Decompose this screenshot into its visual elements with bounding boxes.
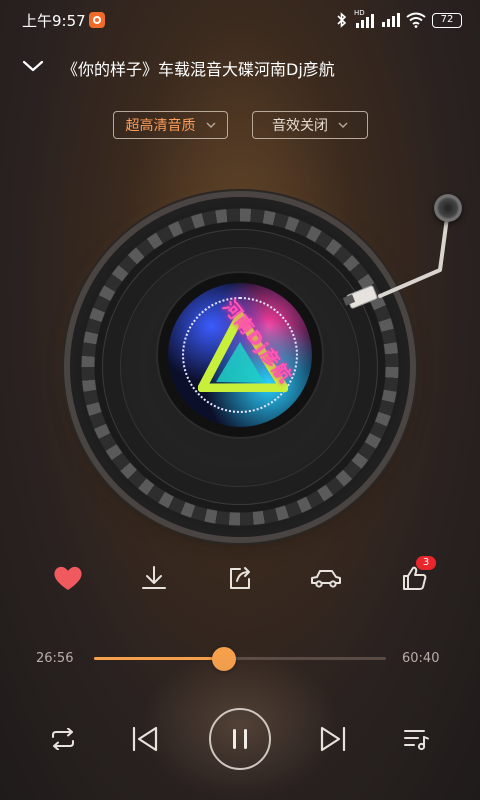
quality-label: 超高清音质 bbox=[125, 118, 196, 134]
share-button[interactable] bbox=[222, 560, 258, 596]
effect-label: 音效关闭 bbox=[272, 118, 328, 134]
next-button[interactable] bbox=[316, 722, 350, 756]
pause-icon bbox=[233, 729, 247, 749]
collapse-button[interactable] bbox=[20, 54, 46, 78]
repeat-icon bbox=[52, 728, 74, 750]
status-bar: 上午9:57 HD 72 bbox=[0, 0, 480, 40]
skip-previous-icon bbox=[132, 726, 158, 752]
signal-icon-2 bbox=[382, 13, 400, 27]
hd-label: HD bbox=[354, 9, 365, 17]
download-button[interactable] bbox=[136, 560, 172, 596]
battery-indicator: 72 bbox=[432, 12, 462, 28]
signal-hd-group: HD bbox=[354, 9, 374, 28]
like-button[interactable]: 3 bbox=[396, 556, 436, 596]
chevron-down-icon bbox=[22, 60, 44, 72]
chevron-down-icon bbox=[338, 122, 348, 128]
car-icon bbox=[311, 570, 341, 588]
status-time: 上午9:57 bbox=[22, 12, 86, 30]
playback-controls bbox=[0, 708, 480, 770]
previous-button[interactable] bbox=[128, 722, 162, 756]
tonearm-pivot bbox=[434, 194, 462, 222]
status-indicators: HD 72 bbox=[336, 8, 462, 32]
share-icon bbox=[230, 567, 250, 589]
car-mode-button[interactable] bbox=[308, 560, 344, 596]
skip-next-icon bbox=[320, 726, 346, 752]
heart-icon bbox=[54, 566, 82, 590]
favorite-button[interactable] bbox=[50, 560, 86, 596]
like-count-badge: 3 bbox=[416, 556, 436, 570]
action-row: 3 bbox=[0, 556, 480, 600]
notification-app-icon bbox=[89, 12, 105, 28]
download-icon bbox=[142, 566, 166, 589]
wifi-icon bbox=[406, 12, 426, 28]
repeat-button[interactable] bbox=[46, 723, 80, 755]
tonearm[interactable] bbox=[340, 210, 460, 320]
total-time: 60:40 bbox=[402, 651, 440, 666]
current-time: 26:56 bbox=[36, 651, 74, 666]
playlist-button[interactable] bbox=[400, 723, 432, 755]
pause-button[interactable] bbox=[209, 708, 271, 770]
playlist-icon bbox=[404, 730, 429, 751]
chevron-down-icon bbox=[206, 122, 215, 128]
song-title: 《你的样子》车载混音大碟河南Dj彦航 bbox=[62, 60, 335, 79]
bluetooth-icon bbox=[337, 12, 347, 28]
quality-dropdown[interactable]: 超高清音质 bbox=[113, 111, 228, 139]
sound-effect-dropdown[interactable]: 音效关闭 bbox=[252, 111, 368, 139]
